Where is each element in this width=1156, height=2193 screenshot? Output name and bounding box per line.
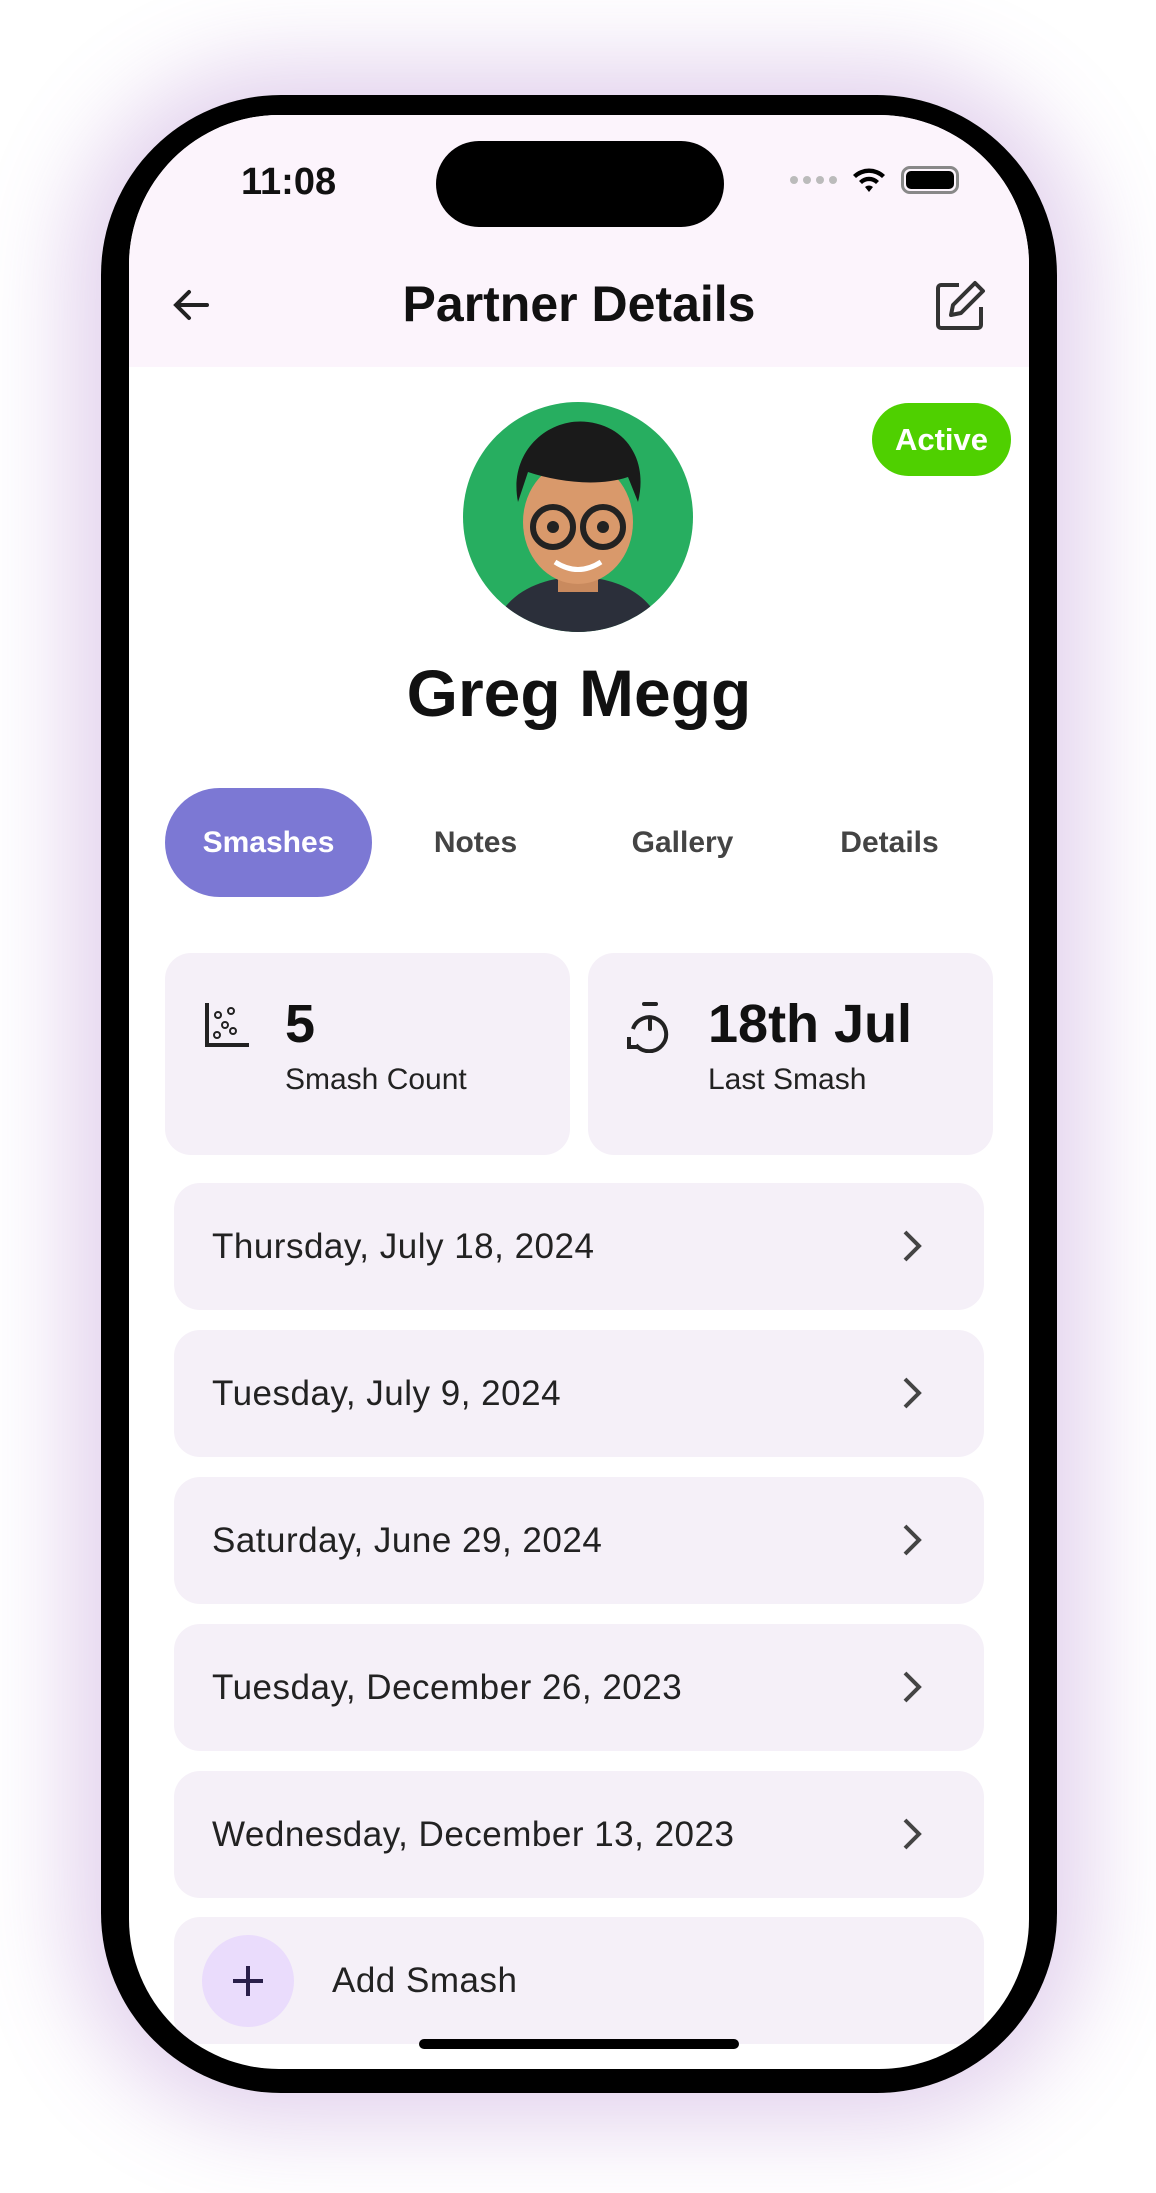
smash-date: Tuesday, July 9, 2024 [212, 1373, 562, 1413]
add-smash-button[interactable]: Add Smash [174, 1917, 984, 2044]
edit-icon[interactable] [933, 279, 987, 333]
tab-notes[interactable]: Notes [372, 788, 579, 897]
wifi-icon [853, 168, 885, 192]
list-item[interactable]: Thursday, July 18, 2024 [174, 1183, 984, 1310]
page-title: Partner Details [402, 276, 756, 332]
app-bar: 11:08 Partner Details [129, 115, 1029, 367]
smash-date: Tuesday, December 26, 2023 [212, 1667, 683, 1707]
stat-label: Last Smash [708, 1063, 867, 1096]
status-icons [790, 165, 959, 195]
chevron-right-icon [903, 1230, 922, 1262]
scatter-chart-icon [205, 1003, 249, 1047]
stat-label: Smash Count [285, 1063, 467, 1096]
chevron-right-icon [903, 1818, 922, 1850]
status-time: 11:08 [241, 161, 337, 203]
chevron-right-icon [903, 1377, 922, 1409]
list-item[interactable]: Tuesday, December 26, 2023 [174, 1624, 984, 1751]
list-item[interactable]: Tuesday, July 9, 2024 [174, 1330, 984, 1457]
timer-history-icon [627, 1002, 669, 1053]
plus-icon [202, 1934, 294, 2027]
stat-value: 5 [285, 994, 316, 1054]
partner-name: Greg Megg [406, 656, 752, 730]
dynamic-island [436, 141, 724, 227]
smash-date: Saturday, June 29, 2024 [212, 1520, 603, 1560]
tab-details[interactable]: Details [786, 788, 993, 897]
avatar [463, 402, 693, 632]
battery-icon [901, 166, 959, 194]
smash-date: Thursday, July 18, 2024 [212, 1226, 595, 1266]
chevron-right-icon [903, 1671, 922, 1703]
add-smash-label: Add Smash [332, 1960, 518, 2000]
list-item[interactable]: Wednesday, December 13, 2023 [174, 1771, 984, 1898]
smash-date: Wednesday, December 13, 2023 [212, 1814, 735, 1854]
tab-gallery[interactable]: Gallery [579, 788, 786, 897]
home-indicator[interactable] [419, 2039, 739, 2049]
list-item[interactable]: Saturday, June 29, 2024 [174, 1477, 984, 1604]
chevron-right-icon [903, 1524, 922, 1556]
stat-value: 18th Jul [708, 994, 913, 1054]
avatar-illustration [493, 421, 663, 632]
tab-bar: Smashes Notes Gallery Details [165, 788, 993, 897]
signal-icon [790, 176, 837, 184]
tab-smashes[interactable]: Smashes [165, 788, 372, 897]
stat-card-smash-count: 5 Smash Count [165, 953, 570, 1155]
status-badge: Active [872, 403, 1011, 476]
stat-card-last-smash: 18th Jul Last Smash [588, 953, 993, 1155]
screen: 11:08 Partner Details Active Greg Megg S… [129, 115, 1029, 2069]
